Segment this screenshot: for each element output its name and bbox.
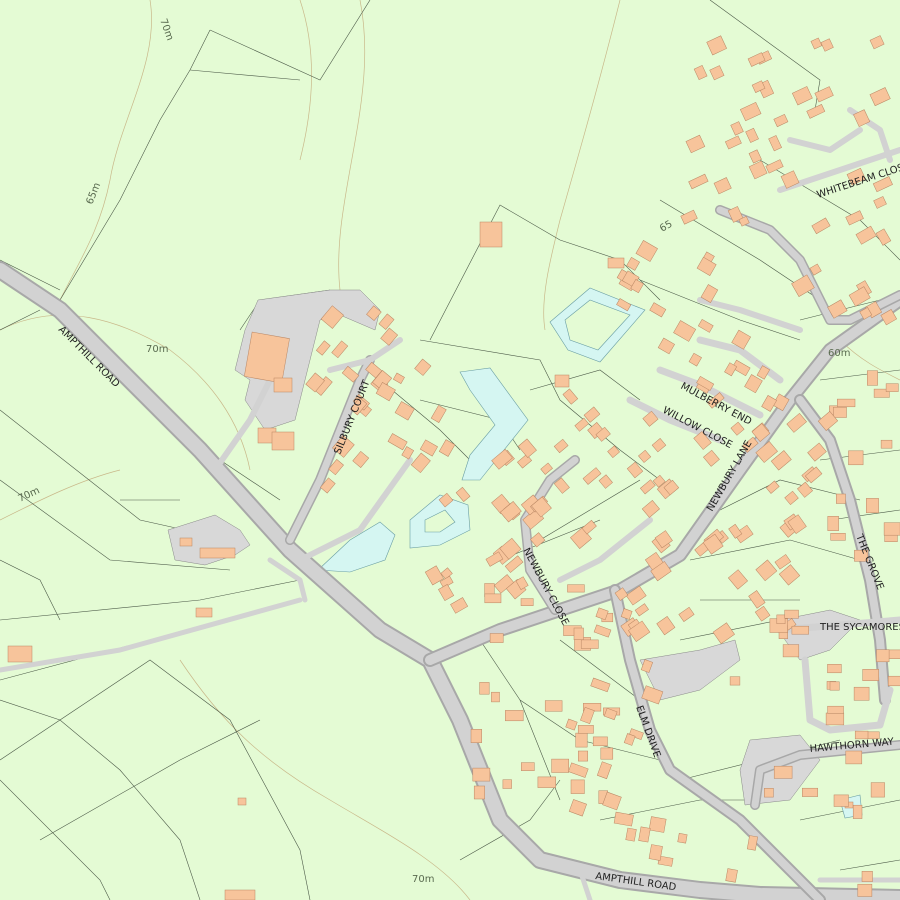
building xyxy=(862,669,879,681)
building xyxy=(575,732,588,748)
building xyxy=(854,730,869,740)
building xyxy=(479,682,490,695)
building xyxy=(852,804,863,819)
building xyxy=(885,383,899,392)
building xyxy=(578,750,588,762)
building xyxy=(782,644,800,658)
contour-label-3: 70m xyxy=(146,344,168,355)
building xyxy=(677,833,688,844)
building xyxy=(836,493,846,504)
building xyxy=(567,584,585,593)
building xyxy=(470,729,482,743)
building xyxy=(505,710,524,722)
building xyxy=(570,779,585,794)
building xyxy=(473,785,485,800)
building xyxy=(776,614,786,624)
building xyxy=(764,788,774,798)
building xyxy=(577,725,594,734)
building xyxy=(830,533,846,541)
building xyxy=(825,712,845,726)
building xyxy=(887,675,900,687)
building xyxy=(867,370,878,386)
building xyxy=(861,871,873,882)
map-canvas[interactable]: AMPTHILL ROAD AMPTHILL ROAD SILBURY COUR… xyxy=(0,0,900,900)
contour-label-5: 60m xyxy=(828,348,850,359)
building xyxy=(883,522,900,536)
building xyxy=(791,625,809,635)
building xyxy=(833,794,849,807)
building xyxy=(573,627,584,640)
building xyxy=(870,782,885,798)
building xyxy=(638,826,651,843)
building xyxy=(648,844,663,861)
building xyxy=(880,439,893,449)
building xyxy=(472,767,491,782)
building xyxy=(491,691,500,703)
building xyxy=(625,827,637,842)
building xyxy=(857,883,873,897)
building xyxy=(537,776,556,788)
building xyxy=(802,787,818,797)
building xyxy=(725,868,738,883)
building xyxy=(521,762,535,771)
building xyxy=(866,498,879,514)
building xyxy=(502,779,512,789)
label-the-sycamores: THE SYCAMORES xyxy=(819,622,900,633)
building xyxy=(829,681,840,691)
building xyxy=(580,639,599,649)
building xyxy=(489,633,504,643)
building xyxy=(837,398,856,408)
building xyxy=(729,676,741,686)
building xyxy=(544,700,563,712)
building xyxy=(551,758,569,773)
building xyxy=(833,406,847,418)
building xyxy=(520,598,534,606)
building xyxy=(827,705,844,714)
building xyxy=(876,649,890,663)
building xyxy=(773,765,793,779)
building xyxy=(648,816,667,833)
contour-label-7: 70m xyxy=(412,874,434,885)
building xyxy=(827,664,842,674)
building xyxy=(592,736,608,747)
building xyxy=(853,686,870,701)
building xyxy=(827,516,839,531)
building xyxy=(600,747,614,760)
building xyxy=(784,609,799,619)
building xyxy=(845,750,863,765)
building xyxy=(848,450,864,466)
building xyxy=(484,593,502,604)
